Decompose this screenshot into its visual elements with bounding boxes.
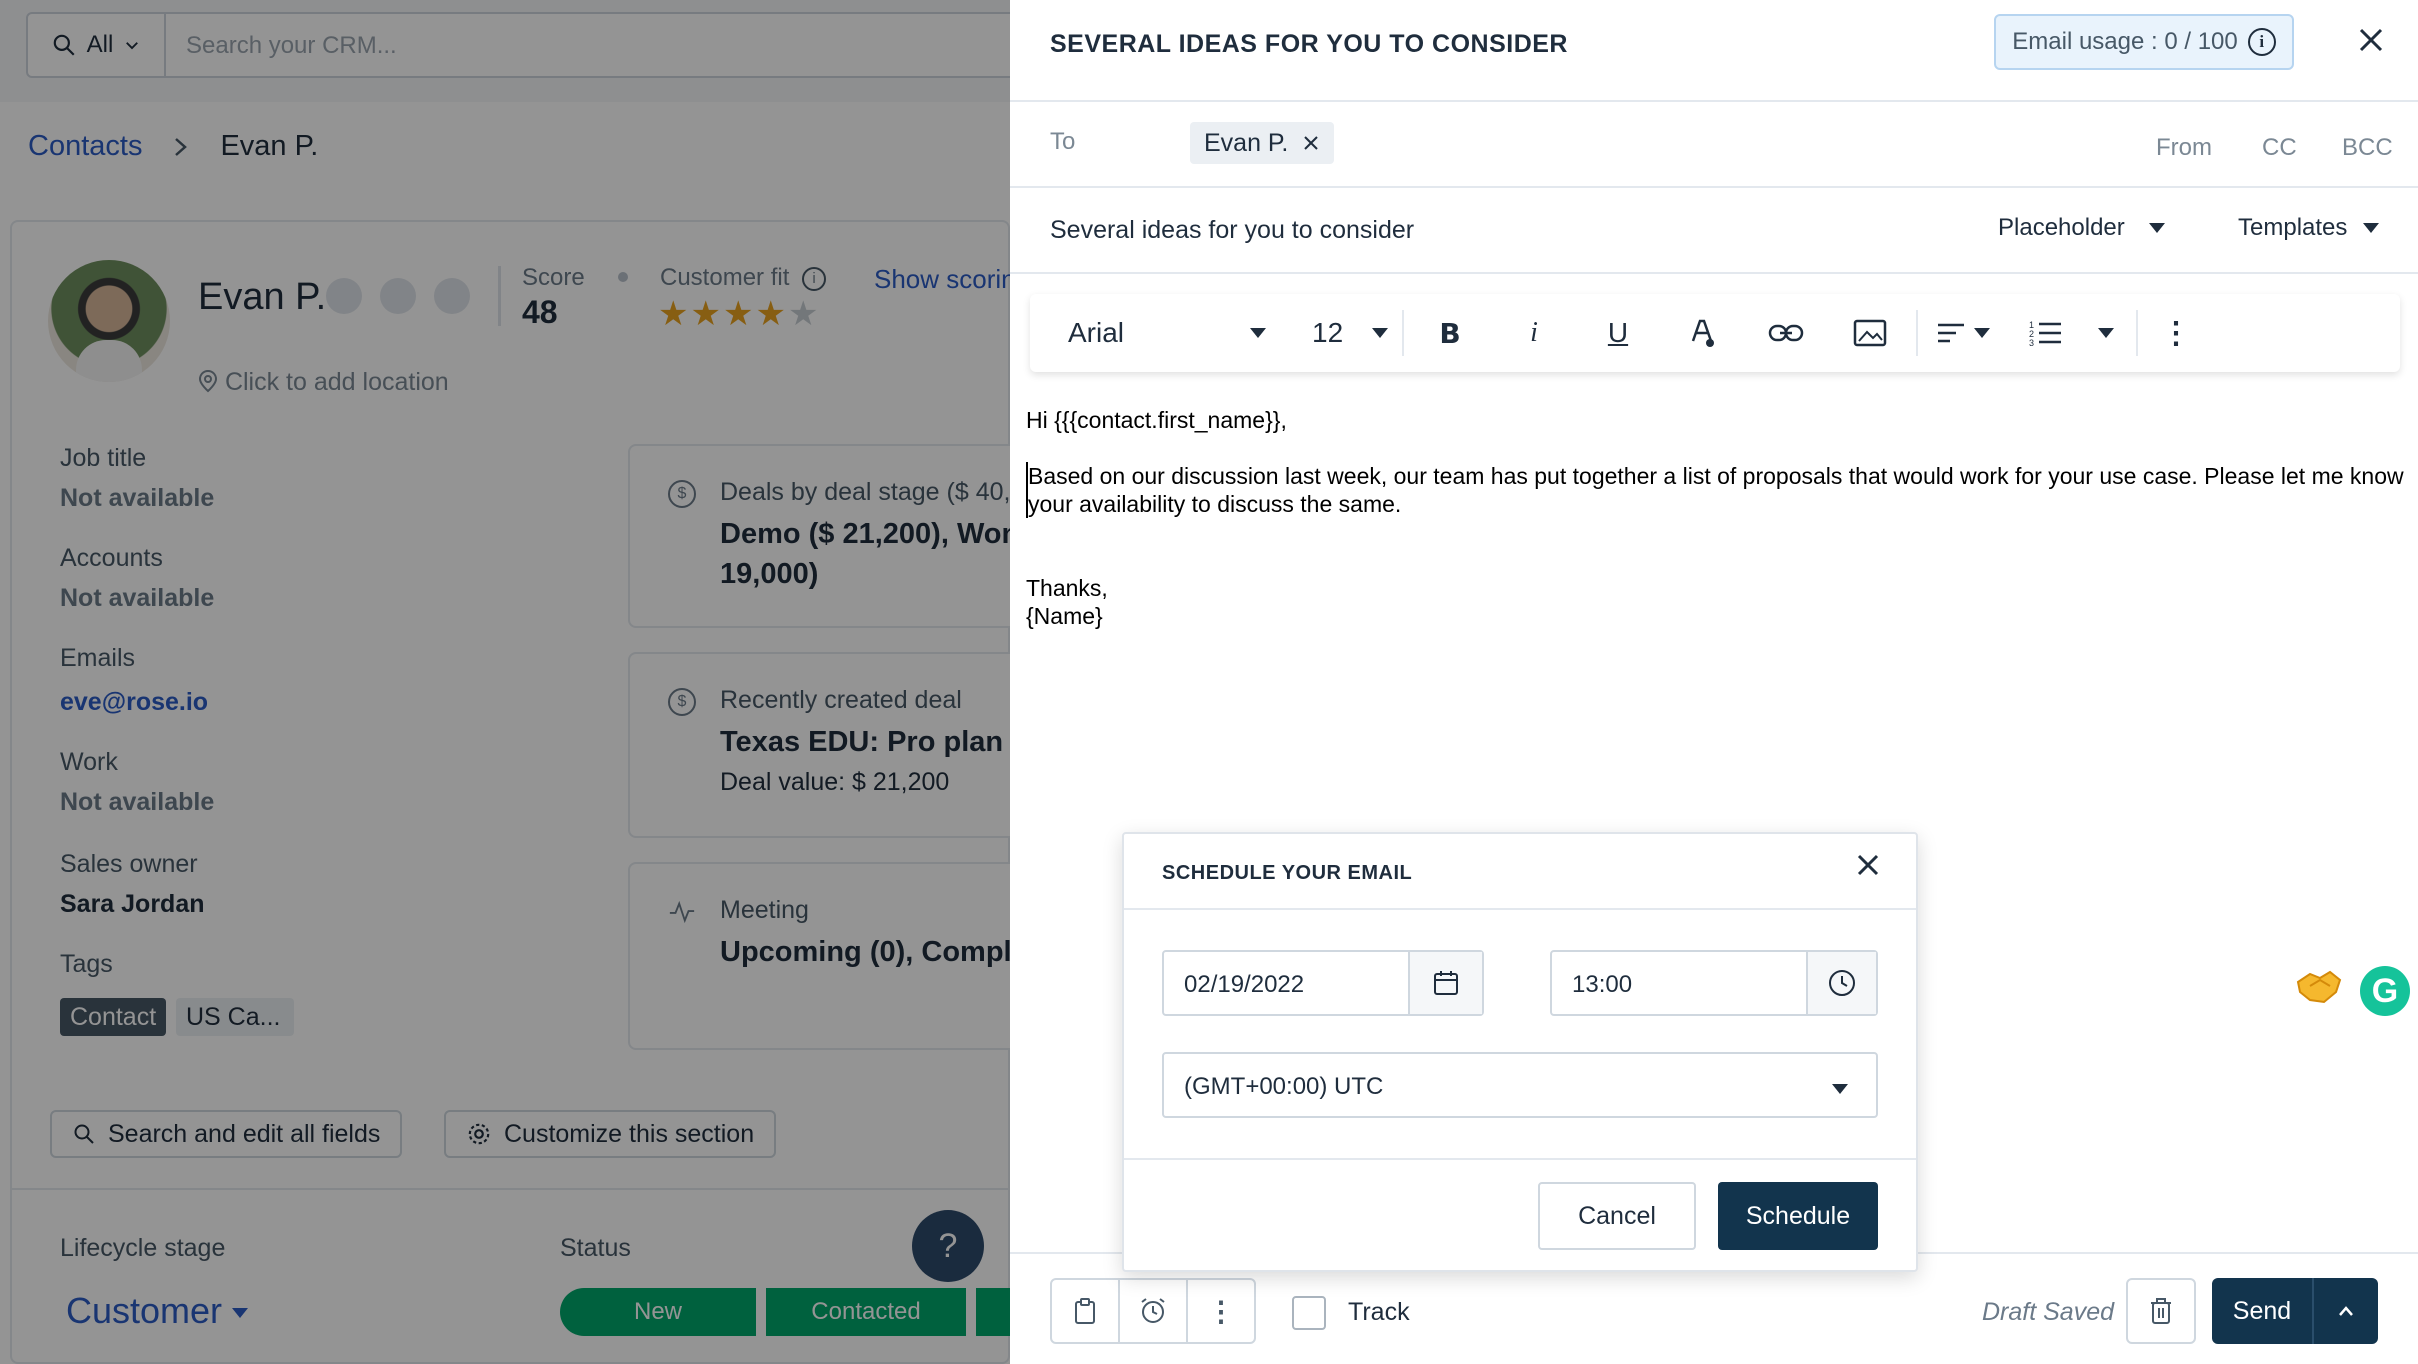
templates-label: Templates (2238, 214, 2348, 241)
email-body-editor[interactable]: Hi {{{contact.first_name}}, Based on our… (1026, 406, 2410, 630)
time-value: 13:00 (1572, 971, 1633, 998)
recipient-chip[interactable]: Evan P. (1190, 122, 1335, 164)
cancel-button[interactable]: Cancel (1538, 1182, 1696, 1250)
timezone-value: (GMT+00:00) UTC (1184, 1073, 1384, 1100)
clock-icon[interactable] (1806, 952, 1876, 1014)
dialog-footer: Cancel Schedule (1124, 1158, 1916, 1270)
alarm-clock-icon (1141, 1298, 1165, 1323)
text-color-icon[interactable] (1670, 294, 1734, 372)
remove-recipient-icon[interactable] (1302, 134, 1320, 152)
draft-status: Draft Saved (1982, 1298, 2115, 1326)
toolbar-divider (1402, 310, 1404, 356)
email-usage-text: Email usage : 0 / 100 (2012, 28, 2238, 55)
bold-icon[interactable]: B (1418, 294, 1482, 372)
caret-down-icon (1250, 328, 1266, 338)
svg-text:3: 3 (2029, 338, 2034, 347)
to-row: To Evan P. From CC BCC (1010, 102, 2418, 188)
caret-down-icon (1372, 328, 1388, 338)
date-field[interactable]: 02/19/2022 (1162, 950, 1484, 1016)
templates-dropdown[interactable]: Templates (2238, 214, 2380, 242)
from-toggle[interactable]: From (2156, 134, 2212, 162)
placeholder-dropdown[interactable]: Placeholder (1998, 214, 2165, 242)
more-options-icon[interactable]: ⋮ (1186, 1278, 1256, 1344)
caret-down-icon (2148, 223, 2165, 233)
align-icon[interactable] (1926, 294, 2000, 372)
attachment-button[interactable] (1050, 1278, 1120, 1344)
email-usage-badge: Email usage : 0 / 100 i (1994, 14, 2294, 70)
more-options-icon[interactable]: ⋮ (2146, 294, 2206, 372)
track-checkbox[interactable] (1292, 1296, 1326, 1330)
subject-input[interactable]: Several ideas for you to consider (1050, 216, 1414, 245)
subject-row: Several ideas for you to consider Placeh… (1010, 188, 2418, 274)
schedule-email-dialog: SCHEDULE YOUR EMAIL 02/19/2022 13:00 (GM… (1122, 832, 1918, 1272)
caret-down-icon (1974, 328, 1990, 338)
grammarly-icon[interactable]: G (2360, 966, 2410, 1016)
chevron-up-icon (2339, 1306, 2353, 1316)
date-value: 02/19/2022 (1184, 971, 1305, 998)
info-icon[interactable]: i (2247, 28, 2276, 56)
toolbar-divider (1916, 310, 1918, 356)
font-size-select[interactable]: 12 (1312, 294, 1388, 372)
send-options-button[interactable] (2312, 1278, 2378, 1344)
editor-toolbar: Arial 12 B i U 123 ⋮ (1030, 294, 2400, 372)
crm-background: All Search your CRM... Contacts Evan P. … (0, 0, 1010, 1364)
font-family-select[interactable]: Arial (1056, 294, 1266, 372)
dialog-title: SCHEDULE YOUR EMAIL (1162, 862, 1413, 884)
dialog-header: SCHEDULE YOUR EMAIL (1124, 834, 1916, 910)
link-icon[interactable] (1754, 294, 1818, 372)
composer-title: SEVERAL IDEAS FOR YOU TO CONSIDER (1050, 30, 1568, 58)
body-signature: {Name} (1026, 603, 1103, 629)
list-options-dropdown[interactable] (2086, 294, 2126, 372)
cc-toggle[interactable]: CC (2262, 134, 2297, 162)
time-field[interactable]: 13:00 (1550, 950, 1878, 1016)
numbered-list-icon[interactable]: 123 (2016, 294, 2076, 372)
composer-header: SEVERAL IDEAS FOR YOU TO CONSIDER Email … (1010, 0, 2418, 102)
delete-draft-button[interactable] (2126, 1278, 2196, 1344)
to-label: To (1050, 128, 1076, 155)
italic-icon[interactable]: i (1502, 294, 1566, 372)
placeholder-label: Placeholder (1998, 214, 2125, 241)
caret-down-icon (2098, 328, 2114, 338)
font-family-value: Arial (1068, 317, 1125, 348)
timezone-select[interactable]: (GMT+00:00) UTC (1162, 1052, 1878, 1118)
close-icon[interactable] (1854, 846, 1882, 888)
body-paragraph: Based on our discussion last week, our t… (1026, 462, 2410, 518)
body-greeting: Hi {{{contact.first_name}}, (1026, 407, 1287, 433)
schedule-submit-button[interactable]: Schedule (1718, 1182, 1878, 1250)
close-icon[interactable] (2356, 24, 2386, 62)
calendar-icon[interactable] (1408, 952, 1482, 1014)
recipient-name: Evan P. (1204, 128, 1289, 157)
trash-icon (2151, 1298, 2171, 1324)
image-icon[interactable] (1838, 294, 1902, 372)
body-signoff: Thanks, (1026, 575, 1108, 601)
schedule-button[interactable] (1118, 1278, 1188, 1344)
underline-icon[interactable]: U (1586, 294, 1650, 372)
bcc-toggle[interactable]: BCC (2342, 134, 2393, 162)
clipboard-icon (1075, 1298, 1095, 1324)
caret-down-icon (2363, 223, 2380, 233)
send-button[interactable]: Send (2212, 1278, 2312, 1344)
caret-down-icon (1832, 1084, 1848, 1094)
modal-backdrop[interactable] (0, 0, 1010, 1364)
toolbar-divider (2136, 310, 2138, 356)
font-size-value: 12 (1312, 317, 1344, 348)
track-label: Track (1348, 1298, 1410, 1326)
handshake-icon[interactable] (2296, 966, 2342, 1006)
